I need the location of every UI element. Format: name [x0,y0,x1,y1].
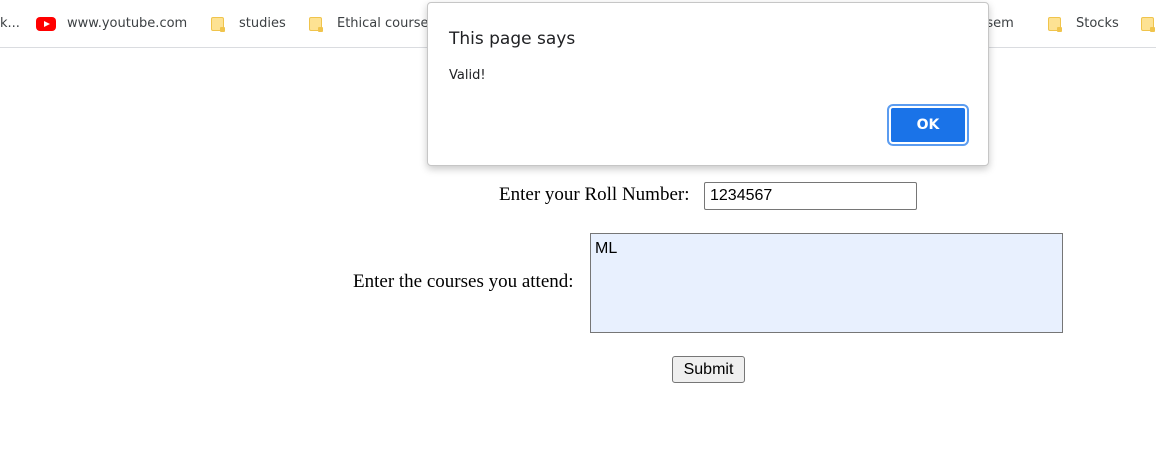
bookmark-studies[interactable]: studies [211,0,286,47]
bookmark-ethical-course[interactable]: Ethical course [309,0,428,47]
folder-icon [1048,15,1062,32]
folder-icon [1141,15,1155,32]
courses-textarea[interactable]: ML [590,233,1063,333]
folder-icon [309,15,323,32]
bookmark-label: k... [0,16,20,31]
alert-dialog: This page says Valid! OK [427,2,989,166]
bookmark-overflow[interactable] [1141,0,1156,47]
bookmark-label: Ethical course [337,16,429,31]
roll-number-input[interactable] [704,182,917,210]
bookmark-truncated[interactable]: k... [0,0,20,47]
bookmark-label: Stocks [1076,16,1119,31]
youtube-icon [36,16,56,31]
submit-button[interactable]: Submit [672,356,745,383]
bookmark-label: studies [239,16,286,31]
bookmark-stocks[interactable]: Stocks [1048,0,1119,47]
bookmark-youtube[interactable]: www.youtube.com [36,0,187,47]
dialog-title: This page says [449,29,576,49]
folder-icon [211,15,225,32]
roll-number-label: Enter your Roll Number: [499,184,690,205]
courses-label: Enter the courses you attend: [353,271,574,292]
ok-button[interactable]: OK [887,104,969,146]
dialog-message: Valid! [449,68,486,83]
bookmark-label: www.youtube.com [67,16,188,31]
